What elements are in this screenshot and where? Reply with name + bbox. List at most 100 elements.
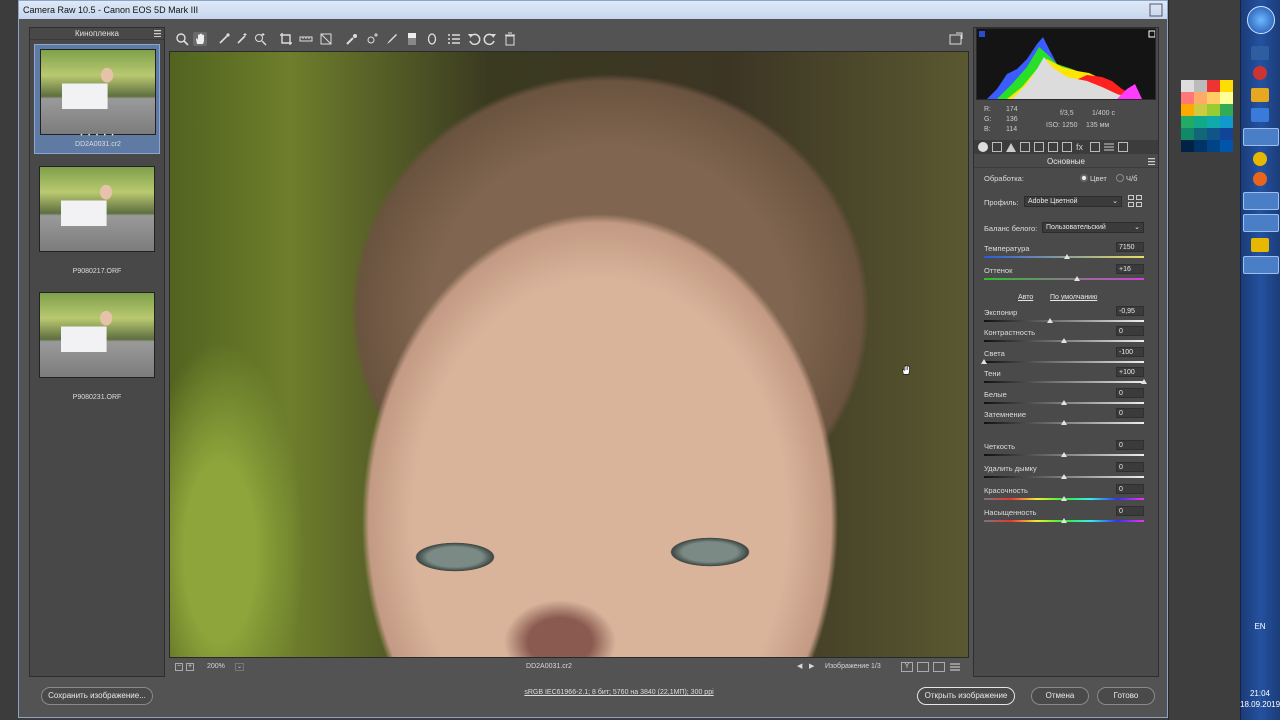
swap-settings-icon[interactable] [917, 662, 929, 672]
next-image-icon[interactable]: ▶ [809, 663, 817, 671]
slider-value-input[interactable]: 0 [1116, 408, 1144, 418]
slider-value-input[interactable]: 0 [1116, 484, 1144, 494]
slider-handle[interactable] [1061, 496, 1067, 501]
tab-lens[interactable] [1048, 142, 1058, 152]
color-sampler-icon[interactable] [235, 32, 249, 46]
slider-value-input[interactable]: +100 [1116, 367, 1144, 377]
panel-menu-icon[interactable] [1148, 158, 1155, 166]
zoom-dropdown-icon[interactable]: ⌄ [235, 663, 244, 671]
slider-value-input[interactable]: 0 [1116, 462, 1144, 472]
adjustment-brush-icon[interactable] [385, 32, 399, 46]
slider-value-input[interactable]: +16 [1116, 264, 1144, 274]
slider-handle[interactable] [1061, 420, 1067, 425]
task-icon-2[interactable] [1243, 256, 1279, 274]
close-icon[interactable] [1149, 3, 1163, 17]
folder-icon[interactable] [1251, 88, 1269, 102]
presets-icon[interactable] [447, 32, 461, 46]
tab-detail[interactable] [1006, 142, 1016, 152]
target-adjust-icon[interactable] [253, 32, 267, 46]
slider-handle[interactable] [1061, 338, 1067, 343]
clock[interactable]: 21:04 18.09.2019 [1240, 688, 1280, 710]
slider-handle[interactable] [1061, 452, 1067, 457]
slider-value-input[interactable]: 0 [1116, 326, 1144, 336]
hand-icon[interactable] [193, 32, 207, 46]
slider-value-input[interactable]: 0 [1116, 388, 1144, 398]
slider-track[interactable] [984, 278, 1144, 280]
auto-link[interactable]: Авто [1018, 294, 1033, 301]
treatment-color-radio[interactable] [1080, 174, 1088, 182]
slider-handle[interactable] [1061, 518, 1067, 523]
slider-track[interactable] [984, 381, 1144, 383]
open-image-button[interactable]: Открыть изображение [917, 687, 1015, 705]
slider-handle[interactable] [1046, 318, 1053, 323]
photoshop-task-icon[interactable] [1243, 192, 1279, 210]
tab-presets[interactable] [1104, 142, 1114, 152]
tab-basic[interactable] [978, 142, 988, 152]
photoshop-small-icon[interactable] [1251, 46, 1269, 60]
preview-preferences-icon[interactable] [949, 662, 961, 672]
zoom-level[interactable]: 200% [207, 659, 225, 675]
tab-snapshots[interactable] [1118, 142, 1128, 152]
profile-browser-icon[interactable] [1128, 195, 1142, 207]
tab-tone-curve[interactable] [992, 142, 1002, 152]
slider-value-input[interactable]: -0,95 [1116, 306, 1144, 316]
previous-image-icon[interactable]: ◀ [797, 663, 805, 671]
cancel-button[interactable]: Отмена [1031, 687, 1089, 705]
graduated-filter-icon[interactable] [405, 32, 419, 46]
slider-handle[interactable] [1064, 254, 1071, 259]
white-balance-icon[interactable] [217, 32, 231, 46]
done-button[interactable]: Готово [1097, 687, 1155, 705]
slider-value-input[interactable]: 7150 [1116, 242, 1144, 252]
slider-handle[interactable] [1141, 379, 1147, 384]
zoom-in-icon[interactable]: + [186, 663, 194, 671]
filmstrip-item[interactable]: P9080217.ORF [34, 162, 160, 275]
tab-hsl[interactable] [1020, 142, 1030, 152]
zoom-icon[interactable] [175, 32, 189, 46]
tab-transform[interactable] [1062, 142, 1072, 152]
spot-removal-icon[interactable] [345, 32, 359, 46]
before-after-icon[interactable]: Y [901, 662, 913, 672]
slider-value-input[interactable]: -100 [1116, 347, 1144, 357]
yandex-icon[interactable] [1253, 152, 1267, 166]
profile-select[interactable]: Adobe Цветной ⌄ [1024, 196, 1122, 207]
filmstrip-item[interactable]: • • • • • DD2A0031.cr2 [34, 44, 160, 154]
rotate-right-icon[interactable] [483, 32, 497, 46]
tab-effects-icon[interactable]: fx [1076, 142, 1086, 152]
slider-value-input[interactable]: 0 [1116, 506, 1144, 516]
language-indicator[interactable]: EN [1240, 622, 1280, 631]
trash-icon[interactable] [503, 32, 517, 46]
straighten-icon[interactable] [299, 32, 313, 46]
task-icon[interactable] [1243, 214, 1279, 232]
default-link[interactable]: По умолчанию [1050, 294, 1097, 301]
workflow-options-link[interactable]: sRGB IEC61966-2.1; 8 бит; 5760 на 3840 (… [419, 689, 819, 696]
slider-handle[interactable] [1061, 400, 1067, 405]
filmstrip-menu-icon[interactable] [154, 30, 161, 38]
white-balance-select[interactable]: Пользовательский ⌄ [1042, 222, 1144, 233]
slider-handle[interactable] [1073, 276, 1080, 281]
filmstrip-item[interactable]: P9080231.ORF [34, 288, 160, 401]
slider-value-input[interactable]: 0 [1116, 440, 1144, 450]
firefox-icon[interactable] [1253, 172, 1267, 186]
red-eye-icon[interactable] [365, 32, 379, 46]
app-icon[interactable] [1251, 108, 1269, 122]
tab-calibration[interactable] [1090, 142, 1100, 152]
save-image-button[interactable]: Сохранить изображение... [41, 687, 153, 705]
slider-track[interactable] [984, 320, 1144, 322]
rating-dots[interactable]: • • • • • [35, 133, 161, 139]
opera-icon[interactable] [1253, 66, 1267, 80]
treatment-bw-radio[interactable] [1116, 174, 1124, 182]
radial-filter-icon[interactable] [425, 32, 439, 46]
zoom-out-icon[interactable]: − [175, 663, 183, 671]
tab-split-toning[interactable] [1034, 142, 1044, 152]
crop-icon[interactable] [279, 32, 293, 46]
copy-settings-icon[interactable] [933, 662, 945, 672]
image-preview[interactable] [169, 51, 969, 658]
slider-handle[interactable] [981, 359, 987, 364]
start-button-icon[interactable] [1247, 6, 1275, 34]
fullscreen-icon[interactable] [949, 32, 963, 46]
rotate-left-icon[interactable] [467, 32, 481, 46]
slider-handle[interactable] [1061, 474, 1067, 479]
slider-track[interactable] [984, 361, 1144, 363]
media-icon[interactable] [1251, 238, 1269, 252]
transform-icon[interactable] [319, 32, 333, 46]
